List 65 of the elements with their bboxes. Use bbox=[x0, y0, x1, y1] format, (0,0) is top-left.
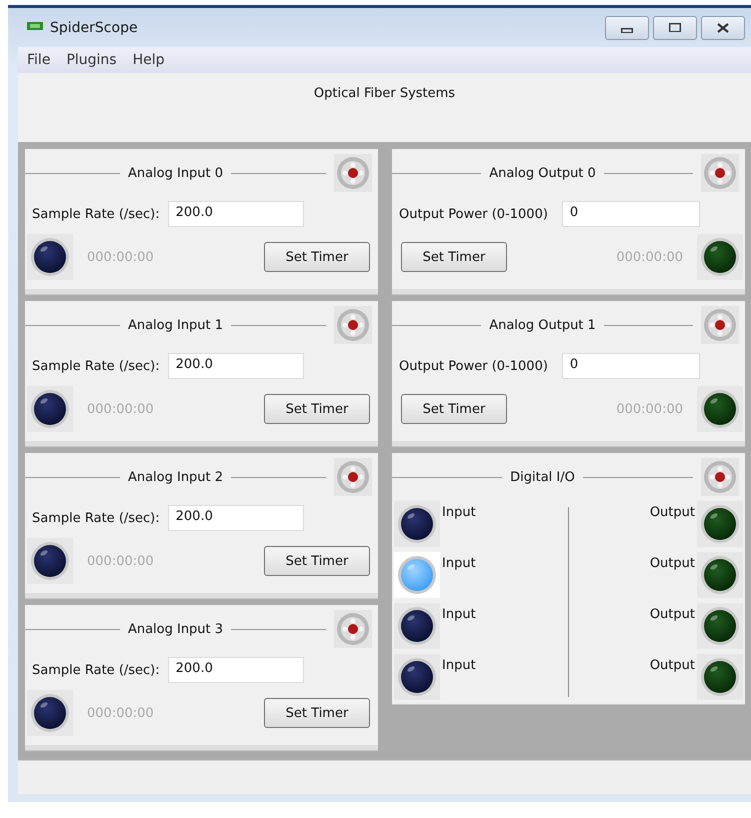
record-icon bbox=[702, 307, 738, 344]
set-timer-button[interactable]: Set Timer bbox=[264, 242, 370, 272]
close-button[interactable] bbox=[701, 16, 745, 40]
record-icon bbox=[702, 155, 738, 192]
record-icon bbox=[335, 155, 371, 192]
io-label: Input bbox=[442, 657, 476, 674]
io-label: Input bbox=[442, 504, 476, 520]
panel-title: Analog Output 0 bbox=[489, 166, 596, 181]
panel-title: Analog Input 2 bbox=[128, 470, 224, 485]
minimize-icon bbox=[621, 28, 633, 34]
close-icon bbox=[717, 22, 729, 33]
timer-readout: 000:00:00 bbox=[87, 250, 154, 265]
io-label: Input bbox=[442, 555, 476, 572]
record-button[interactable] bbox=[701, 458, 739, 496]
header-title: Optical Fiber Systems bbox=[314, 86, 456, 102]
record-icon bbox=[335, 307, 371, 344]
record-icon bbox=[335, 459, 371, 496]
record-button[interactable] bbox=[334, 458, 372, 496]
record-button[interactable] bbox=[334, 306, 372, 344]
input-field[interactable]: 200.0 bbox=[168, 505, 304, 532]
menu-item[interactable]: Plugins bbox=[57, 52, 124, 68]
panel-title: Analog Output 1 bbox=[489, 318, 596, 333]
maximize-icon bbox=[669, 23, 681, 32]
record-button[interactable] bbox=[701, 154, 740, 192]
maximize-button[interactable] bbox=[653, 16, 697, 40]
set-timer-button[interactable]: Set Timer bbox=[401, 242, 507, 272]
set-timer-button[interactable]: Set Timer bbox=[264, 546, 370, 576]
input-field[interactable]: 0 bbox=[562, 353, 700, 380]
field-label: Sample Rate (/sec): bbox=[32, 662, 160, 678]
io-label: Output bbox=[650, 657, 695, 674]
io-label: Output bbox=[650, 606, 695, 622]
field-label: Output Power (0-1000) bbox=[399, 206, 548, 222]
input-field[interactable]: 200.0 bbox=[168, 201, 304, 228]
set-timer-button[interactable]: Set Timer bbox=[264, 394, 370, 424]
timer-readout: 000:00:00 bbox=[87, 706, 154, 721]
set-timer-button[interactable]: Set Timer bbox=[401, 394, 507, 424]
timer-readout: 000:00:00 bbox=[616, 402, 683, 417]
field-label: Sample Rate (/sec): bbox=[32, 206, 160, 222]
menu-item[interactable]: Help bbox=[124, 52, 172, 68]
panel-title: Digital I/O bbox=[510, 470, 575, 485]
window-title: SpiderScope bbox=[50, 20, 138, 36]
input-field[interactable]: 200.0 bbox=[168, 353, 304, 380]
io-label: Input bbox=[442, 606, 476, 622]
panel-title: Analog Input 3 bbox=[128, 622, 224, 637]
set-timer-button[interactable]: Set Timer bbox=[264, 698, 370, 728]
record-button[interactable] bbox=[334, 154, 372, 192]
record-button[interactable] bbox=[701, 306, 740, 344]
timer-readout: 000:00:00 bbox=[87, 554, 154, 569]
io-label: Output bbox=[650, 504, 695, 520]
record-icon bbox=[335, 611, 371, 648]
record-button[interactable] bbox=[334, 610, 372, 648]
timer-readout: 000:00:00 bbox=[616, 250, 683, 265]
timer-readout: 000:00:00 bbox=[87, 402, 154, 417]
field-label: Sample Rate (/sec): bbox=[32, 358, 160, 374]
input-field[interactable]: 200.0 bbox=[168, 657, 304, 684]
panel-title: Analog Input 1 bbox=[128, 318, 224, 333]
menu-item[interactable]: File bbox=[18, 52, 58, 68]
field-label: Sample Rate (/sec): bbox=[32, 510, 160, 526]
minimize-button[interactable] bbox=[605, 16, 649, 40]
record-icon bbox=[702, 459, 738, 496]
panel-title: Analog Input 0 bbox=[128, 166, 224, 181]
chip-icon bbox=[26, 20, 44, 32]
io-label: Output bbox=[650, 555, 695, 572]
input-field[interactable]: 0 bbox=[562, 201, 700, 228]
field-label: Output Power (0-1000) bbox=[399, 358, 548, 374]
